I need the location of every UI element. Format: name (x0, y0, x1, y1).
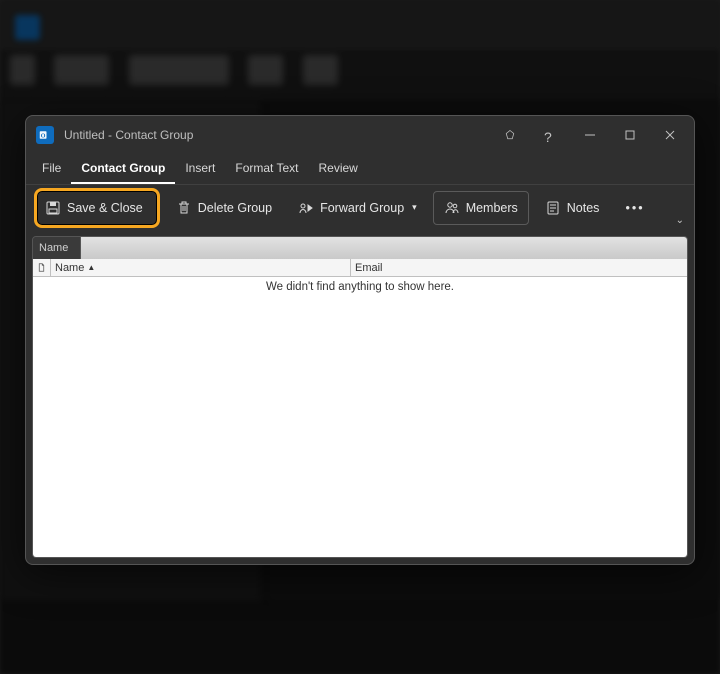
group-name-row: Name (33, 237, 687, 259)
menu-format-text[interactable]: Format Text (225, 154, 308, 184)
outlook-icon: O (36, 126, 54, 144)
more-commands-button[interactable]: ••• (615, 191, 654, 225)
window-title: Untitled - Contact Group (64, 128, 193, 142)
document-icon (37, 262, 46, 273)
ribbon: Save & Close Delete Group Forward Group … (26, 184, 694, 230)
maximize-button[interactable] (610, 119, 650, 151)
svg-text:O: O (41, 133, 46, 139)
forward-group-label: Forward Group (320, 201, 404, 215)
members-icon (444, 200, 460, 216)
column-name[interactable]: Name ▲ (51, 259, 351, 276)
content-area: Name Name ▲ Email We didn't find anythin… (32, 236, 688, 558)
notes-label: Notes (567, 201, 600, 215)
notes-button[interactable]: Notes (535, 191, 610, 225)
forward-icon (298, 200, 314, 216)
notes-icon (545, 200, 561, 216)
trash-icon (176, 200, 192, 216)
list-header: Name ▲ Email (33, 259, 687, 277)
column-name-label: Name (55, 262, 84, 274)
ribbon-collapse-chevron[interactable]: ⌄ (676, 215, 684, 226)
help-button[interactable]: ? (530, 119, 570, 151)
ellipsis-icon: ••• (625, 201, 644, 215)
members-list: Name ▲ Email We didn't find anything to … (33, 259, 687, 557)
group-name-label: Name (33, 237, 81, 259)
menu-contact-group[interactable]: Contact Group (71, 154, 175, 184)
menu-insert[interactable]: Insert (175, 154, 225, 184)
titlebar: O Untitled - Contact Group ? (26, 116, 694, 154)
save-and-close-label: Save & Close (67, 201, 143, 215)
menu-file[interactable]: File (32, 154, 71, 184)
save-icon (45, 200, 61, 216)
sort-ascending-icon: ▲ (87, 263, 95, 272)
minimize-button[interactable] (570, 119, 610, 151)
menubar: File Contact Group Insert Format Text Re… (26, 154, 694, 184)
premium-icon[interactable] (490, 119, 530, 151)
chevron-down-icon: ▾ (412, 202, 417, 213)
column-email-label: Email (355, 262, 383, 274)
delete-group-button[interactable]: Delete Group (166, 191, 282, 225)
delete-group-label: Delete Group (198, 201, 272, 215)
empty-list-message: We didn't find anything to show here. (33, 277, 687, 293)
save-and-close-button[interactable]: Save & Close (34, 188, 160, 228)
column-icon[interactable] (33, 259, 51, 276)
members-button[interactable]: Members (433, 191, 529, 225)
contact-group-window: O Untitled - Contact Group ? File Contac… (25, 115, 695, 565)
group-name-input[interactable] (81, 237, 687, 259)
column-email[interactable]: Email (351, 259, 687, 276)
forward-group-button[interactable]: Forward Group ▾ (288, 191, 427, 225)
members-label: Members (466, 201, 518, 215)
menu-review[interactable]: Review (309, 154, 368, 184)
close-button[interactable] (650, 119, 690, 151)
